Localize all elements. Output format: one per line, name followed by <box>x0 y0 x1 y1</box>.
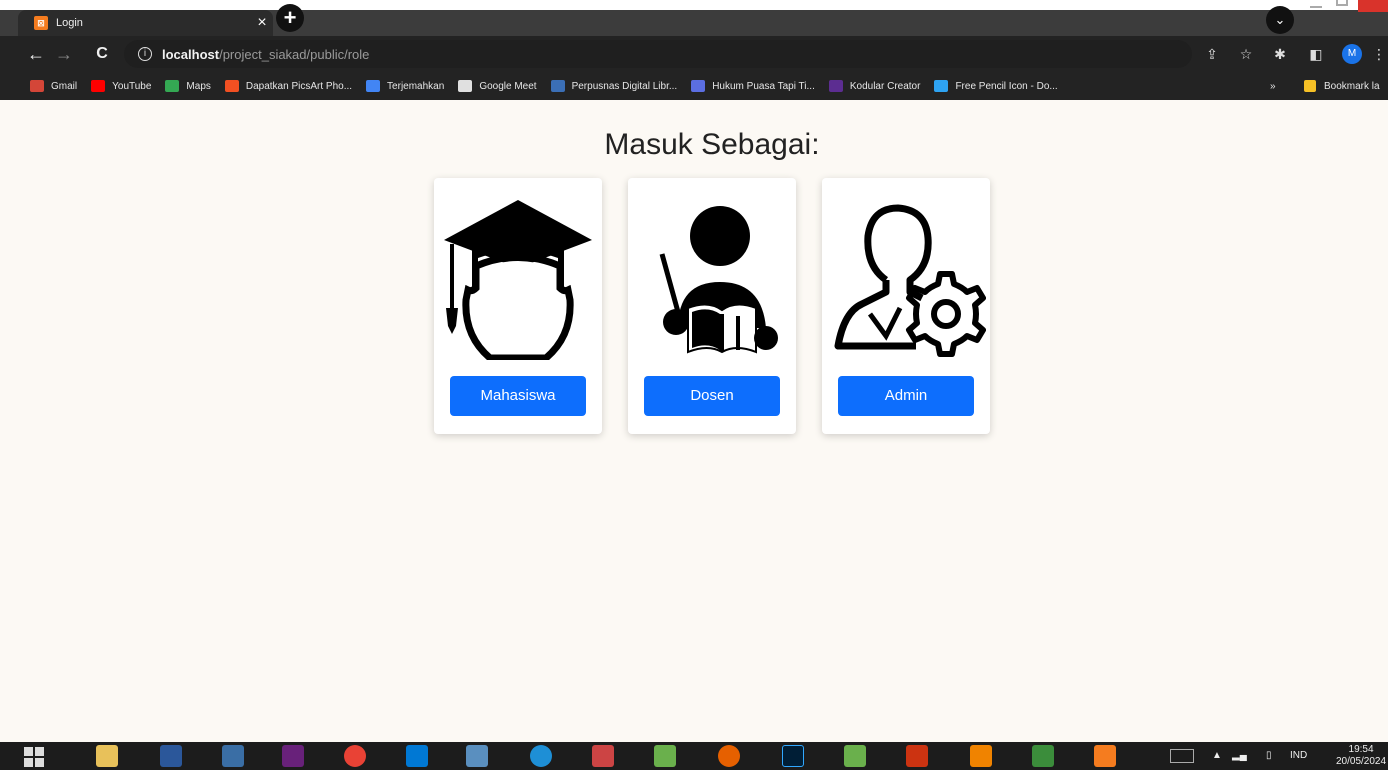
admin-gear-icon <box>834 204 986 357</box>
bookmarks-bar: Gmail YouTube Maps Dapatkan PicsArt Pho... T… <box>0 72 1388 100</box>
reload-button[interactable]: C <box>88 40 116 68</box>
bookmark-label: Free Pencil Icon - Do... <box>955 80 1058 92</box>
browser-tab-login[interactable]: ⊠ Login × <box>18 10 273 36</box>
bookmark-favicon-icon <box>550 80 565 92</box>
battery-icon[interactable]: ▯ <box>1266 742 1272 770</box>
word-icon[interactable] <box>160 745 182 767</box>
tab-search-button[interactable]: ⌄ <box>1266 6 1294 34</box>
share-icon[interactable]: ⇪ <box>1202 44 1222 64</box>
address-bar[interactable]: i localhost /project_siakad/public/role <box>124 40 1192 68</box>
page-heading: Masuk Sebagai: <box>604 128 820 161</box>
file-explorer-icon[interactable] <box>96 745 118 767</box>
browser-tabstrip: ⊠ Login × + ⌄ <box>0 0 1388 36</box>
keyboard-icon[interactable] <box>1170 749 1194 763</box>
page-body: Masuk Sebagai: Mahasiswa Dosen Admin <box>0 100 1388 742</box>
clock-date: 20/05/2024 <box>1336 756 1387 767</box>
teacher-icon <box>659 206 778 354</box>
flash-icon[interactable] <box>906 745 928 767</box>
bookmark-label: Perpusnas Digital Libr... <box>571 80 678 92</box>
firefox-icon[interactable] <box>718 745 740 767</box>
bookmark-item[interactable]: Google Meet <box>458 80 537 92</box>
tray-expand-icon[interactable]: ▲ <box>1212 742 1222 770</box>
graduate-icon <box>444 200 592 360</box>
xampp-favicon-icon: ⊠ <box>34 16 48 30</box>
app-icon[interactable] <box>222 745 244 767</box>
chrome-icon[interactable] <box>344 745 366 767</box>
chrome-active-icon[interactable] <box>466 745 488 767</box>
tab-close-button[interactable]: × <box>251 10 273 36</box>
bookmark-star-icon[interactable]: ☆ <box>1236 44 1256 64</box>
browser-toolbar: ← → C i localhost /project_siakad/public… <box>0 36 1388 72</box>
xampp-icon[interactable] <box>1094 745 1116 767</box>
role-card-dosen: Dosen <box>628 178 796 434</box>
new-tab-button[interactable]: + <box>276 4 304 32</box>
close-window-button[interactable] <box>1358 0 1388 12</box>
bookmark-label: Gmail <box>51 80 78 92</box>
bookmark-label: Hukum Puasa Tapi Ti... <box>712 80 815 92</box>
clock-time: 19:54 <box>1348 744 1374 755</box>
bookmark-favicon-icon <box>828 80 843 92</box>
bookmark-favicon-icon <box>224 80 239 92</box>
app-icon-3[interactable] <box>654 745 676 767</box>
bookmark-label: Google Meet <box>479 80 537 92</box>
url-path: /project_siakad/public/role <box>219 46 370 62</box>
bookmark-item[interactable]: Free Pencil Icon - Do... <box>934 80 1058 92</box>
menu-kebab-icon[interactable]: ⋮ <box>1372 44 1386 64</box>
url-host: localhost <box>162 46 220 62</box>
bookmark-item[interactable]: Dapatkan PicsArt Pho... <box>224 80 353 92</box>
role-card-admin: Admin <box>822 178 990 434</box>
app-icon-2[interactable] <box>592 745 614 767</box>
window-top-edge <box>0 0 1388 10</box>
profile-avatar[interactable]: M <box>1342 44 1362 64</box>
bookmark-favicon-icon <box>366 80 381 92</box>
bookmark-favicon-icon <box>91 80 106 92</box>
language-indicator[interactable]: IND <box>1290 742 1307 770</box>
bookmark-favicon-icon <box>30 80 44 92</box>
minimize-button[interactable] <box>1310 0 1324 12</box>
taskbar-clock[interactable]: 19:54 20/05/2024 <box>1336 744 1386 768</box>
bookmark-item[interactable]: YouTube <box>91 80 151 92</box>
bookmark-favicon-icon <box>934 80 949 92</box>
maximize-button[interactable] <box>1336 0 1348 6</box>
network-icon[interactable]: ▂▄ <box>1232 742 1247 770</box>
bookmark-item[interactable]: Terjemahkan <box>366 80 444 92</box>
mahasiswa-button[interactable]: Mahasiswa <box>450 376 586 416</box>
admin-button[interactable]: Admin <box>838 376 974 416</box>
bookmark-favicon-icon <box>458 80 473 92</box>
site-info-icon[interactable]: i <box>138 47 152 61</box>
bookmark-item[interactable]: Gmail <box>30 80 77 92</box>
windows-taskbar: ▲ ▂▄ ▯ IND 19:54 20/05/2024 <box>0 742 1388 770</box>
folder-icon <box>1304 80 1316 92</box>
bookmark-item[interactable]: Hukum Puasa Tapi Ti... <box>691 80 815 92</box>
bookmark-favicon-icon <box>691 80 706 92</box>
back-button[interactable]: ← <box>22 40 50 68</box>
extensions-icon[interactable]: ✱ <box>1270 44 1290 64</box>
bookmark-item[interactable]: Kodular Creator <box>828 80 921 92</box>
role-card-mahasiswa: Mahasiswa <box>434 178 602 434</box>
bookmark-item[interactable]: Perpusnas Digital Libr... <box>550 80 678 92</box>
bookmark-label: YouTube <box>112 80 152 92</box>
bookmark-label: Terjemahkan <box>387 80 445 92</box>
bookmarks-overflow-button[interactable]: » <box>1270 72 1276 100</box>
bookmark-item[interactable]: Maps <box>165 80 211 92</box>
side-panel-icon[interactable]: ◧ <box>1306 44 1326 64</box>
bookmark-label: Dapatkan PicsArt Pho... <box>245 80 353 92</box>
bookmark-label: Kodular Creator <box>849 80 921 92</box>
bookmark-favicon-icon <box>165 80 180 92</box>
photoshop-icon[interactable] <box>782 745 804 767</box>
app-icon-5[interactable] <box>1032 745 1054 767</box>
forward-button[interactable]: → <box>50 40 78 68</box>
tab-title: Login <box>56 17 83 29</box>
windows-start-icon[interactable] <box>24 747 44 767</box>
edge-icon[interactable] <box>530 745 552 767</box>
vscode-icon[interactable] <box>406 745 428 767</box>
bookmarks-folder[interactable]: Bookmark la <box>1304 72 1380 100</box>
bookmarks-folder-label: Bookmark la <box>1324 80 1380 92</box>
vlc-icon[interactable] <box>970 745 992 767</box>
app-icon-4[interactable] <box>844 745 866 767</box>
bookmark-label: Maps <box>186 80 211 92</box>
dosen-button[interactable]: Dosen <box>644 376 780 416</box>
visual-studio-icon[interactable] <box>282 745 304 767</box>
